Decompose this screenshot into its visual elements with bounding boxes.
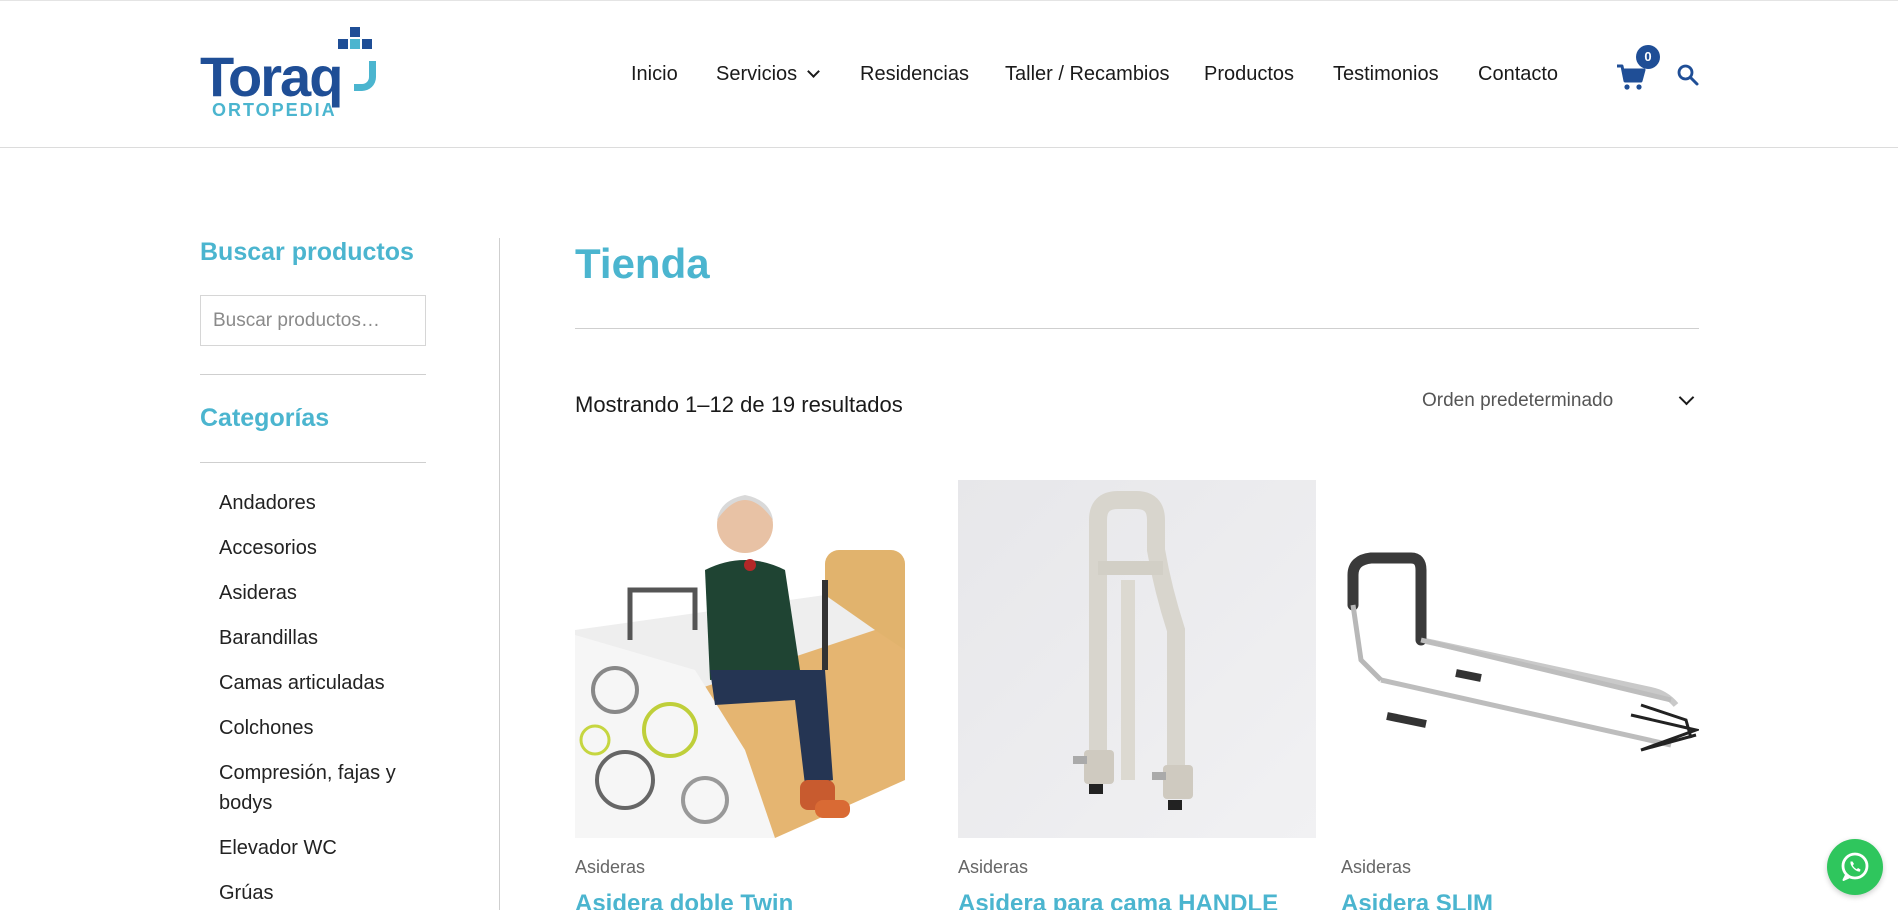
sidebar-separator — [499, 238, 500, 910]
product-image[interactable] — [575, 480, 933, 838]
whatsapp-button[interactable] — [1827, 839, 1883, 895]
cart-count-badge: 0 — [1636, 45, 1660, 69]
search-button[interactable] — [1676, 63, 1700, 87]
category-barandillas[interactable]: Barandillas — [219, 623, 419, 653]
site-header: Toraq ORTOPEDIA Inicio Servicios Residen… — [0, 0, 1898, 148]
page-title: Tienda — [575, 240, 710, 287]
category-andadores[interactable]: Andadores — [219, 488, 419, 518]
category-gruas[interactable]: Grúas — [219, 878, 419, 908]
product-image[interactable] — [958, 480, 1316, 838]
ordering-value: Orden predeterminado — [1422, 390, 1614, 411]
nav-item-contacto[interactable]: Contacto — [1478, 59, 1558, 89]
sidebar-categories-title: Categorías — [200, 404, 330, 432]
brand-logo[interactable]: Toraq ORTOPEDIA — [200, 27, 380, 123]
nav-item-residencias[interactable]: Residencias — [860, 59, 969, 89]
sidebar-divider — [200, 462, 426, 463]
whatsapp-icon — [1841, 852, 1869, 881]
search-icon — [1677, 64, 1699, 86]
category-asideras[interactable]: Asideras — [219, 578, 419, 608]
sidebar-divider — [200, 374, 426, 375]
product-photo-handle — [958, 480, 1316, 838]
nav-item-inicio[interactable]: Inicio — [631, 59, 678, 89]
product-category[interactable]: Asideras — [958, 857, 1028, 878]
nav-item-servicios[interactable]: Servicios — [716, 59, 821, 89]
nav-item-productos[interactable]: Productos — [1204, 59, 1294, 89]
category-elevador-wc[interactable]: Elevador WC — [219, 833, 419, 863]
nav-item-taller[interactable]: Taller / Recambios — [1005, 59, 1170, 89]
product-category[interactable]: Asideras — [1341, 857, 1411, 878]
logo-wordmark: Toraq — [200, 45, 343, 108]
product-photo-bed-woman — [575, 480, 933, 838]
chevron-down-icon — [1678, 389, 1695, 406]
product-search-input[interactable] — [200, 295, 426, 346]
product-title[interactable]: Asidera para cama HANDLE — [958, 890, 1278, 910]
category-accesorios[interactable]: Accesorios — [219, 533, 419, 563]
logo-hook-mark — [354, 61, 376, 91]
title-divider — [575, 328, 1699, 329]
product-category[interactable]: Asideras — [575, 857, 645, 878]
sidebar-search-title: Buscar productos — [200, 238, 414, 266]
logo-subtitle: ORTOPEDIA — [212, 100, 337, 120]
category-colchones[interactable]: Colchones — [219, 713, 419, 743]
result-count: Mostrando 1–12 de 19 resultados — [575, 392, 903, 417]
product-title[interactable]: Asidera SLIM — [1341, 890, 1493, 910]
product-photo-slim — [1341, 480, 1699, 838]
product-image[interactable] — [1341, 480, 1699, 838]
category-compresion[interactable]: Compresión, fajas y bodys — [219, 758, 419, 818]
product-title[interactable]: Asidera doble Twin — [575, 890, 793, 910]
chevron-down-icon — [807, 65, 821, 78]
category-list: Andadores Accesorios Asideras Barandilla… — [219, 488, 419, 910]
category-camas-articuladas[interactable]: Camas articuladas — [219, 668, 419, 698]
nav-item-label: Servicios — [716, 63, 798, 85]
logo-cross-icon — [338, 27, 374, 63]
ordering-select[interactable]: Orden predeterminado — [1422, 386, 1700, 416]
nav-item-testimonios[interactable]: Testimonios — [1333, 59, 1439, 89]
